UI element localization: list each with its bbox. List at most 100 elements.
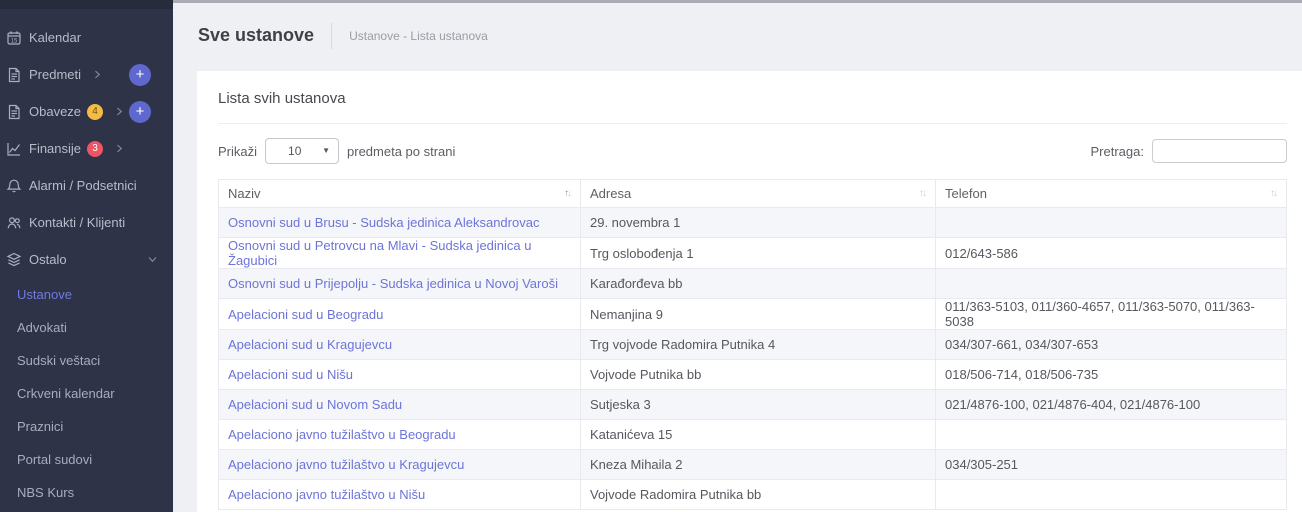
page-length-select[interactable]: 10 (265, 138, 339, 164)
sidebar-nav: 15 Kalendar Predmeti + Obaveze 4 + Finansije3 Al… (0, 9, 173, 278)
page-length-control: Prikaži 10 ▼ predmeta po strani (218, 138, 455, 164)
cell-telefon: 021/4876-100, 021/4876-404, 021/4876-100 (936, 390, 1287, 420)
chevron-right-icon (116, 144, 123, 153)
sort-icon: ↑↓ (564, 188, 572, 199)
cell-adresa: Katanićeva 15 (581, 420, 936, 450)
cell-naziv: Apelaciono javno tužilaštvo u Kragujevcu (219, 450, 581, 480)
institution-link[interactable]: Apelacioni sud u Beogradu (228, 307, 383, 322)
cell-telefon: 034/307-661, 034/307-653 (936, 330, 1287, 360)
app-root: 15 Kalendar Predmeti + Obaveze 4 + Finansije3 Al… (0, 0, 1302, 512)
cell-adresa: Nemanjina 9 (581, 299, 936, 330)
sidebar-subitem-praznici[interactable]: Praznici (0, 410, 173, 443)
people-icon (6, 215, 22, 231)
add-button[interactable]: + (129, 101, 151, 123)
sidebar-subitem-ustanove[interactable]: Ustanove (0, 278, 173, 311)
column-label: Adresa (590, 186, 631, 201)
institution-link[interactable]: Apelacioni sud u Kragujevcu (228, 337, 392, 352)
institution-link[interactable]: Apelaciono javno tužilaštvo u Kragujevcu (228, 457, 464, 472)
sidebar-item-kontakti-klijenti[interactable]: Kontakti / Klijenti (0, 204, 173, 241)
sidebar-item-label: Predmeti (29, 67, 81, 82)
add-button[interactable]: + (129, 64, 151, 86)
sidebar-item-obaveze[interactable]: Obaveze 4 + (0, 93, 173, 130)
header-divider (331, 23, 332, 49)
cell-naziv: Apelacioni sud u Kragujevcu (219, 330, 581, 360)
table-row: Apelacioni sud u Beogradu Nemanjina 9011/… (219, 299, 1287, 330)
cell-telefon (936, 208, 1287, 238)
cell-naziv: Apelaciono javno tužilaštvo u Nišu (219, 480, 581, 510)
count-badge: 3 (87, 141, 103, 157)
cell-telefon (936, 480, 1287, 510)
layers-icon (6, 252, 22, 268)
sidebar-subitem-portal-sudovi[interactable]: Portal sudovi (0, 443, 173, 476)
search-label: Pretraga: (1091, 144, 1144, 159)
sidebar-item-label: Alarmi / Podsetnici (29, 178, 137, 193)
sidebar-item-label: Kalendar (29, 30, 81, 45)
sidebar-item-label: Obaveze (29, 104, 81, 119)
cell-telefon: 011/363-5103, 011/360-4657, 011/363-5070… (936, 299, 1287, 330)
panel-title: Lista svih ustanova (218, 90, 1287, 107)
column-header-telefon[interactable]: Telefon↑↓ (936, 180, 1287, 208)
search-control: Pretraga: (1091, 139, 1287, 163)
institution-link[interactable]: Osnovni sud u Brusu - Sudska jedinica Al… (228, 215, 539, 230)
table-row: Apelaciono javno tužilaštvo u NišuVojvod… (219, 480, 1287, 510)
cell-adresa: 29. novembra 1 (581, 208, 936, 238)
sort-icon: ↑↓ (1270, 188, 1278, 199)
page-length-label-after: predmeta po strani (347, 144, 455, 159)
chart-icon (6, 141, 22, 157)
institution-link[interactable]: Apelaciono javno tužilaštvo u Beogradu (228, 427, 456, 442)
cell-telefon (936, 420, 1287, 450)
table-row: Apelaciono javno tužilaštvo u Beogradu Ka… (219, 420, 1287, 450)
sidebar-item-label: Kontakti / Klijenti (29, 215, 125, 230)
institution-link[interactable]: Apelaciono javno tužilaštvo u Nišu (228, 487, 425, 502)
bell-icon (6, 178, 22, 194)
sidebar-item-alarmi-podsetnici[interactable]: Alarmi / Podsetnici (0, 167, 173, 204)
cell-naziv: Apelacioni sud u Novom Sadu (219, 390, 581, 420)
cell-naziv: Apelaciono javno tužilaštvo u Beogradu (219, 420, 581, 450)
table-row: Osnovni sud u Brusu - Sudska jedinica Al… (219, 208, 1287, 238)
sort-icon: ↑↓ (919, 188, 927, 199)
sidebar-subnav: UstanoveAdvokatiSudski veštaciCrkveni ka… (0, 278, 173, 509)
cell-adresa: Trg oslobođenja 1 (581, 238, 936, 269)
table-row: Apelacioni sud u Novom SaduSutjeska 3021… (219, 390, 1287, 420)
column-label: Naziv (228, 186, 261, 201)
page-title: Sve ustanove (198, 25, 314, 46)
sidebar-subitem-crkveni-kalendar[interactable]: Crkveni kalendar (0, 377, 173, 410)
table-row: Apelacioni sud u NišuVojvode Putnika bb0… (219, 360, 1287, 390)
institutions-table: Naziv↑↓Adresa↑↓Telefon↑↓ Osnovni sud u B… (218, 179, 1287, 510)
main-area: Sve ustanove Ustanove - Lista ustanova L… (173, 0, 1302, 512)
chevron-down-icon (148, 256, 157, 263)
table-row: Osnovni sud u Petrovcu na Mlavi - Sudska… (219, 238, 1287, 269)
document-icon (6, 104, 22, 120)
table-row: Osnovni sud u Prijepolju - Sudska jedini… (219, 269, 1287, 299)
table-header-row: Naziv↑↓Adresa↑↓Telefon↑↓ (219, 180, 1287, 208)
column-header-adresa[interactable]: Adresa ↑↓ (581, 180, 936, 208)
search-input[interactable] (1152, 139, 1287, 163)
cell-naziv: Osnovni sud u Petrovcu na Mlavi - Sudska… (219, 238, 581, 269)
sidebar-item-ostalo[interactable]: Ostalo (0, 241, 173, 278)
cell-adresa: Kneza Mihaila 2 (581, 450, 936, 480)
cell-naziv: Osnovni sud u Prijepolju - Sudska jedini… (219, 269, 581, 299)
table-row: Apelaciono javno tužilaštvo u Kragujevcu… (219, 450, 1287, 480)
count-badge: 4 (87, 104, 103, 120)
sidebar-subitem-advokati[interactable]: Advokati (0, 311, 173, 344)
institution-link[interactable]: Apelacioni sud u Nišu (228, 367, 353, 382)
institution-link[interactable]: Osnovni sud u Petrovcu na Mlavi - Sudska… (228, 238, 532, 268)
institution-link[interactable]: Apelacioni sud u Novom Sadu (228, 397, 402, 412)
sidebar-subitem-sudski-ve-taci[interactable]: Sudski veštaci (0, 344, 173, 377)
institution-link[interactable]: Osnovni sud u Prijepolju - Sudska jedini… (228, 276, 558, 291)
cell-naziv: Apelacioni sud u Beogradu (219, 299, 581, 330)
table-controls: Prikaži 10 ▼ predmeta po strani Pretraga… (218, 138, 1287, 164)
sidebar-item-finansije[interactable]: Finansije3 (0, 130, 173, 167)
calendar-icon: 15 (6, 30, 22, 46)
sidebar-item-kalendar[interactable]: 15 Kalendar (0, 19, 173, 56)
cell-telefon: 012/643-586 (936, 238, 1287, 269)
page-length-label-before: Prikaži (218, 144, 257, 159)
sidebar-item-predmeti[interactable]: Predmeti + (0, 56, 173, 93)
sidebar-subitem-nbs-kurs[interactable]: NBS Kurs (0, 476, 173, 509)
institutions-panel: Lista svih ustanova Prikaži 10 ▼ predmet… (197, 71, 1302, 512)
cell-telefon: 018/506-714, 018/506-735 (936, 360, 1287, 390)
column-header-naziv[interactable]: Naziv ↑↓ (219, 180, 581, 208)
panel-divider (218, 123, 1287, 124)
chevron-right-icon (116, 107, 123, 116)
page-length-select-wrap: 10 ▼ (265, 138, 339, 164)
